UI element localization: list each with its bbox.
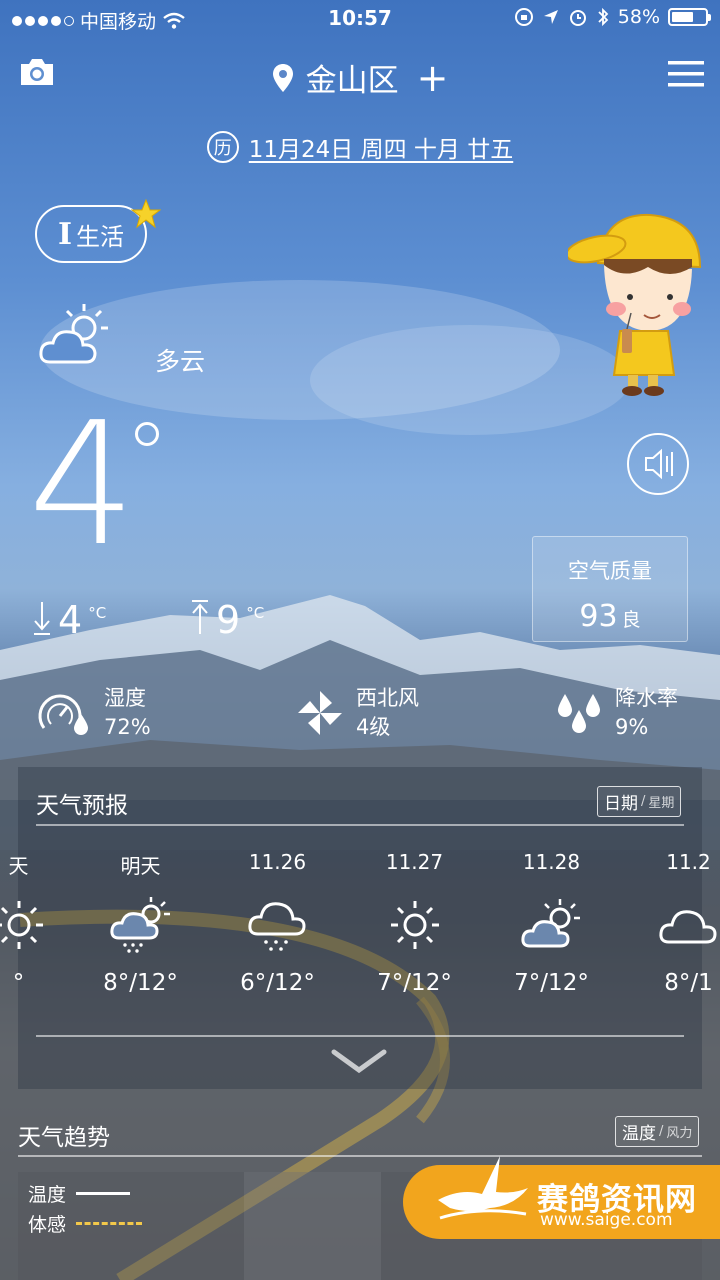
forecast-day[interactable]: 11.26 6°/12° bbox=[209, 850, 346, 996]
trend-column-highlight bbox=[244, 1172, 381, 1280]
legend-temperature: 温度 bbox=[28, 1180, 131, 1207]
air-quality-value-row: 93 良 bbox=[533, 599, 687, 634]
forecast-divider bbox=[36, 824, 684, 826]
precip-text: 降水率 9% bbox=[615, 684, 678, 743]
star-icon bbox=[131, 199, 161, 229]
wind-stat: 西北风 4级 bbox=[296, 684, 419, 743]
pinwheel-icon bbox=[298, 691, 342, 736]
toggle-wind[interactable]: 风力 bbox=[666, 1122, 692, 1141]
life-i-label: I bbox=[57, 216, 73, 252]
current-condition: 多云 bbox=[155, 347, 206, 376]
air-quality-level: 良 bbox=[621, 609, 641, 631]
lock-rotation-icon bbox=[514, 8, 533, 26]
battery-icon bbox=[668, 8, 711, 26]
forecast-day[interactable]: 11.27 7°/12° bbox=[346, 850, 483, 996]
location-name: 金山区 bbox=[305, 63, 399, 99]
humidity-label: 湿度 bbox=[104, 686, 146, 710]
calendar-badge-icon: 历 bbox=[206, 131, 239, 163]
forecast-bottom-divider bbox=[36, 1035, 684, 1037]
wind-text: 西北风 4级 bbox=[356, 684, 419, 743]
battery-percent: 58% bbox=[617, 6, 660, 28]
forecast-day[interactable]: 11.28 7°/12° bbox=[483, 850, 620, 996]
arrow-down-icon bbox=[34, 602, 50, 635]
forecast-day-temp: 8°/1 bbox=[664, 970, 713, 996]
mascot-character[interactable] bbox=[568, 205, 708, 397]
legend-feels-like: 体感 bbox=[28, 1210, 143, 1237]
cloud-sun-rain-icon bbox=[109, 897, 170, 953]
trend-divider bbox=[18, 1155, 702, 1157]
toggle-date[interactable]: 日期 bbox=[604, 789, 638, 814]
arrow-up-icon bbox=[192, 600, 208, 634]
legend-temp-label: 温度 bbox=[28, 1184, 67, 1206]
watermark-url: www.saige.com bbox=[540, 1210, 673, 1230]
chevron-down-icon[interactable] bbox=[330, 1048, 388, 1076]
cloud-icon bbox=[658, 910, 717, 944]
degree-symbol bbox=[135, 422, 159, 446]
air-quality-value: 93 bbox=[579, 599, 618, 634]
trend-title: 天气趋势 bbox=[18, 1125, 110, 1151]
voice-broadcast-button[interactable] bbox=[626, 432, 690, 496]
date-text[interactable]: 11月24日 周四 十月 廿五 bbox=[249, 130, 513, 164]
status-right: 58% bbox=[514, 6, 711, 28]
forecast-day-label: 11.2 bbox=[666, 850, 711, 874]
legend-feel-label: 体感 bbox=[28, 1214, 67, 1236]
add-city-button[interactable]: + bbox=[417, 56, 449, 100]
forecast-date-week-toggle[interactable]: 日期 / 星期 bbox=[597, 786, 682, 817]
alarm-icon bbox=[569, 10, 586, 26]
forecast-day[interactable]: 11.2 8°/1 bbox=[620, 850, 720, 996]
high-temperature: 9 °C bbox=[190, 598, 264, 642]
legend-solid-line bbox=[76, 1192, 131, 1195]
calendar-date[interactable]: 历 11月24日 周四 十月 廿五 bbox=[0, 130, 720, 164]
toggle-separator: / bbox=[659, 1124, 664, 1139]
forecast-day-label: 11.27 bbox=[385, 850, 444, 874]
forecast-day-label: 11.26 bbox=[248, 850, 307, 874]
sun-icon bbox=[390, 901, 439, 949]
forecast-day-temp: 7°/12° bbox=[514, 970, 589, 996]
life-label: 生活 bbox=[76, 222, 125, 251]
low-temp-unit: °C bbox=[88, 604, 107, 622]
pigeon-logo-icon bbox=[438, 1156, 528, 1220]
toggle-temperature[interactable]: 温度 bbox=[622, 1119, 656, 1144]
wind-level: 4级 bbox=[356, 715, 391, 740]
forecast-day-temp: 6°/12° bbox=[240, 970, 315, 996]
status-bar: 中国移动 10:57 58% bbox=[0, 0, 720, 38]
precip-label: 降水率 bbox=[615, 686, 678, 710]
forecast-day-label: 11.28 bbox=[522, 850, 581, 874]
cloud-sun-icon bbox=[520, 899, 580, 948]
menu-icon[interactable] bbox=[668, 60, 704, 88]
air-quality-card[interactable]: 空气质量 93 良 bbox=[532, 536, 688, 642]
forecast-title: 天气预报 bbox=[36, 793, 128, 819]
humidity-text: 湿度 72% bbox=[104, 684, 151, 743]
low-temperature: 4 °C bbox=[32, 598, 106, 642]
high-temp-value: 9 bbox=[216, 598, 241, 642]
air-quality-title: 空气质量 bbox=[568, 559, 652, 583]
forecast-day-temp: 7°/12° bbox=[377, 970, 452, 996]
toggle-week[interactable]: 星期 bbox=[648, 792, 674, 811]
humidity-value: 72% bbox=[104, 715, 151, 740]
current-temperature: 4 bbox=[28, 386, 136, 584]
wind-direction: 西北风 bbox=[356, 686, 419, 710]
location-header[interactable]: 金山区 + bbox=[0, 55, 720, 100]
humidity-gauge-icon bbox=[38, 694, 88, 736]
forecast-days-strip[interactable]: 天 ° 明天 8°/12° 11.26 6°/12° 11.27 7°/12° … bbox=[0, 850, 720, 1020]
precipitation-stat: 降水率 9% bbox=[555, 684, 678, 743]
location-arrow-icon bbox=[543, 10, 558, 24]
low-temp-value: 4 bbox=[58, 598, 83, 642]
toggle-separator: / bbox=[641, 794, 646, 809]
cloud-rain-icon bbox=[247, 902, 306, 951]
precip-value: 9% bbox=[615, 715, 649, 740]
raindrops-icon bbox=[558, 694, 600, 734]
forecast-day-label: 明天 bbox=[120, 854, 161, 878]
bluetooth-icon bbox=[598, 7, 609, 27]
legend-dashed-line bbox=[76, 1222, 143, 1225]
high-temp-unit: °C bbox=[246, 604, 265, 622]
location-pin-icon bbox=[272, 63, 293, 92]
forecast-day-temp: 8°/12° bbox=[103, 970, 178, 996]
cloud-sun-icon bbox=[39, 304, 108, 364]
trend-temp-wind-toggle[interactable]: 温度 / 风力 bbox=[615, 1116, 700, 1147]
humidity-stat: 湿度 72% bbox=[36, 684, 151, 743]
sun-icon bbox=[0, 901, 43, 949]
forecast-day[interactable]: 明天 8°/12° bbox=[72, 850, 209, 996]
